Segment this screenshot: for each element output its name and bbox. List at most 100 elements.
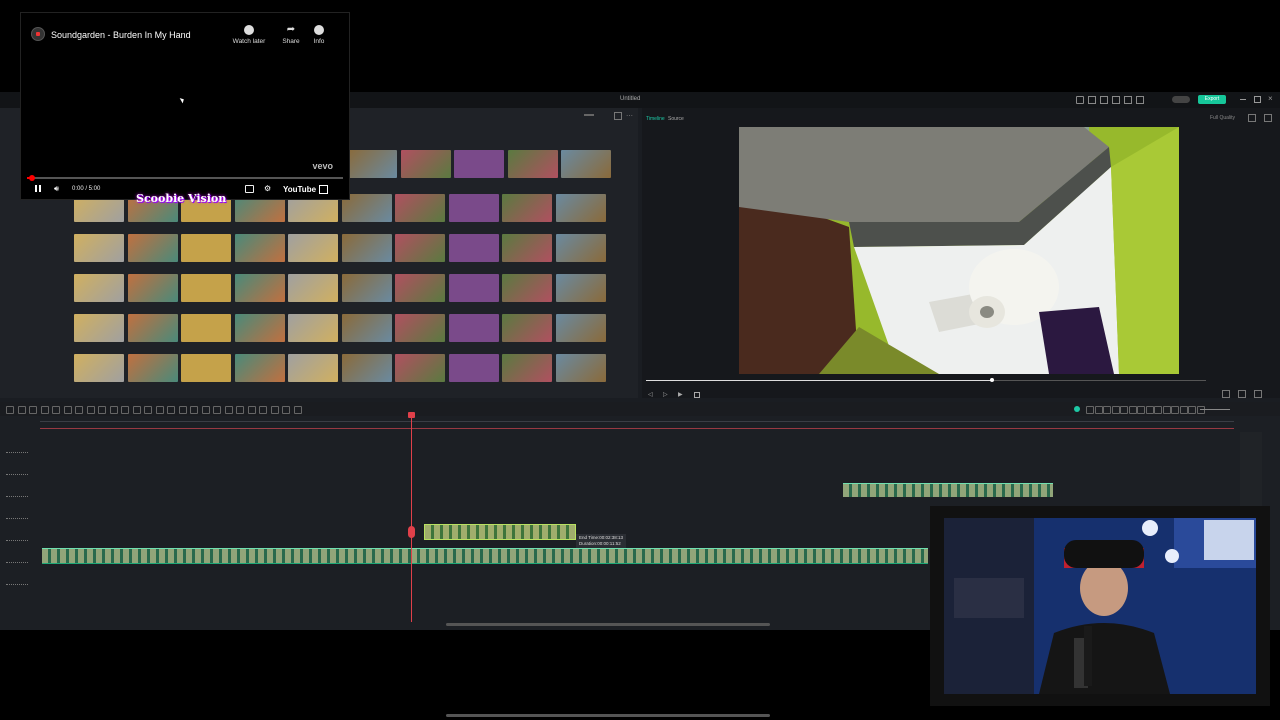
quality-select[interactable]: Full Quality [1210,115,1235,121]
media-thumbnail[interactable] [448,234,499,262]
timeline-tool-icon[interactable] [52,406,60,414]
timeline-tool-icon[interactable] [236,406,244,414]
media-thumbnail[interactable] [74,234,124,262]
captions-icon[interactable] [245,185,254,193]
timeline-option-icon[interactable] [1154,406,1162,414]
timeline-tool-icon[interactable] [6,406,14,414]
timeline-tool-icon[interactable] [201,406,210,414]
volume-icon[interactable]: 🔊︎ [54,184,59,194]
timeline-option-icon[interactable] [1145,406,1154,414]
media-thumbnail[interactable] [448,314,499,342]
timeline-tool-icon[interactable] [75,406,83,414]
media-thumbnail[interactable] [448,194,499,222]
info-button[interactable]: Info [309,25,329,45]
media-thumbnail[interactable] [454,150,504,178]
stop-icon[interactable] [694,392,700,398]
timeline-option-icon[interactable] [1196,406,1205,414]
media-thumbnail[interactable] [288,274,338,302]
snap-toggle-icon[interactable] [1074,406,1080,412]
media-thumbnail[interactable] [74,354,124,382]
timeline-tool-icon[interactable] [190,406,198,414]
timeline-option-icon[interactable] [1120,406,1128,414]
timeline-tool-icon[interactable] [132,406,141,414]
track-header[interactable] [6,474,28,478]
layout-icon[interactable] [1124,96,1132,104]
media-thumbnail[interactable] [502,314,552,342]
timeline-option-icon[interactable] [1162,406,1171,414]
prev-frame-icon[interactable]: ◁ [648,391,653,398]
close-icon[interactable]: × [1268,94,1273,103]
media-thumbnail[interactable] [395,314,445,342]
media-thumbnail[interactable] [395,354,445,382]
media-thumbnail[interactable] [181,354,231,382]
export-button[interactable]: Export [1198,95,1226,104]
media-thumbnail[interactable] [555,314,606,342]
maximize-icon[interactable] [1254,96,1261,103]
timeline-tool-icon[interactable] [178,406,187,414]
media-thumbnail[interactable] [341,274,392,302]
timeline-option-icon[interactable] [1171,406,1179,414]
media-thumbnail[interactable] [502,274,552,302]
fullscreen-icon[interactable] [1264,114,1272,122]
timeline-tool-icon[interactable] [270,406,279,414]
playhead-marker[interactable] [408,526,415,538]
timeline-option-icon[interactable] [1094,406,1103,414]
timeline-tool-icon[interactable] [144,406,152,414]
media-thumbnail[interactable] [288,314,338,342]
timeline-tool-icon[interactable] [121,406,129,414]
track-header[interactable] [6,452,28,456]
media-thumbnail[interactable] [127,234,178,262]
expand-icon[interactable] [1254,390,1262,398]
media-thumbnail[interactable] [507,150,558,178]
timeline-scrollbar[interactable] [446,714,770,717]
snapshot-icon[interactable] [1248,114,1256,122]
media-thumbnail[interactable] [555,354,606,382]
track-header[interactable] [6,540,28,544]
timeline-tool-icon[interactable] [224,406,233,414]
media-thumbnail[interactable] [181,234,231,262]
cloud-icon[interactable] [1112,96,1120,104]
track-header[interactable] [6,562,28,566]
media-thumbnail[interactable] [181,274,231,302]
timeline-option-icon[interactable] [1179,406,1188,414]
timeline-option-icon[interactable] [1086,406,1094,414]
playhead[interactable] [411,414,412,622]
fullscreen-icon[interactable] [319,185,328,194]
play-icon[interactable]: ▶ [678,391,683,398]
media-thumbnail[interactable] [448,274,499,302]
timeline-zoom-slider[interactable] [1200,409,1230,410]
video-progress-bar[interactable] [27,175,343,181]
theme-toggle[interactable] [1172,96,1190,103]
media-thumbnail[interactable] [502,354,552,382]
media-thumbnail[interactable] [288,354,338,382]
media-thumbnail[interactable] [74,274,124,302]
timeline-tool-icon[interactable] [293,406,302,414]
media-thumbnail[interactable] [400,150,451,178]
render-icon[interactable] [1222,390,1230,398]
timeline-tool-icon[interactable] [40,406,49,414]
timeline-tool-icon[interactable] [167,406,175,414]
preview-scrubber[interactable] [646,378,1206,382]
media-thumbnail[interactable] [234,354,285,382]
minimize-icon[interactable] [1240,99,1246,100]
media-thumbnail[interactable] [395,234,445,262]
timeline-tool-icon[interactable] [247,406,256,414]
help-icon[interactable] [1136,96,1144,104]
media-thumbnail[interactable] [341,314,392,342]
timeline-clip-selected[interactable] [424,524,576,540]
channel-avatar[interactable] [31,27,45,41]
media-thumbnail[interactable] [555,274,606,302]
tab-source[interactable]: Source [668,116,684,122]
timeline-tool-icon[interactable] [282,406,290,414]
timeline-tool-icon[interactable] [29,406,37,414]
playhead-handle[interactable] [408,412,415,418]
settings-gear-icon[interactable]: ⚙ [264,184,271,193]
timeline-option-icon[interactable] [1188,406,1196,414]
settings-icon[interactable] [1076,96,1084,104]
timeline-tool-icon[interactable] [259,406,267,414]
media-thumbnail[interactable] [127,274,178,302]
media-thumbnail[interactable] [555,194,606,222]
account-icon[interactable] [1088,96,1096,104]
timeline-tool-icon[interactable] [86,406,95,414]
timeline-clip-upper[interactable] [843,483,1053,497]
